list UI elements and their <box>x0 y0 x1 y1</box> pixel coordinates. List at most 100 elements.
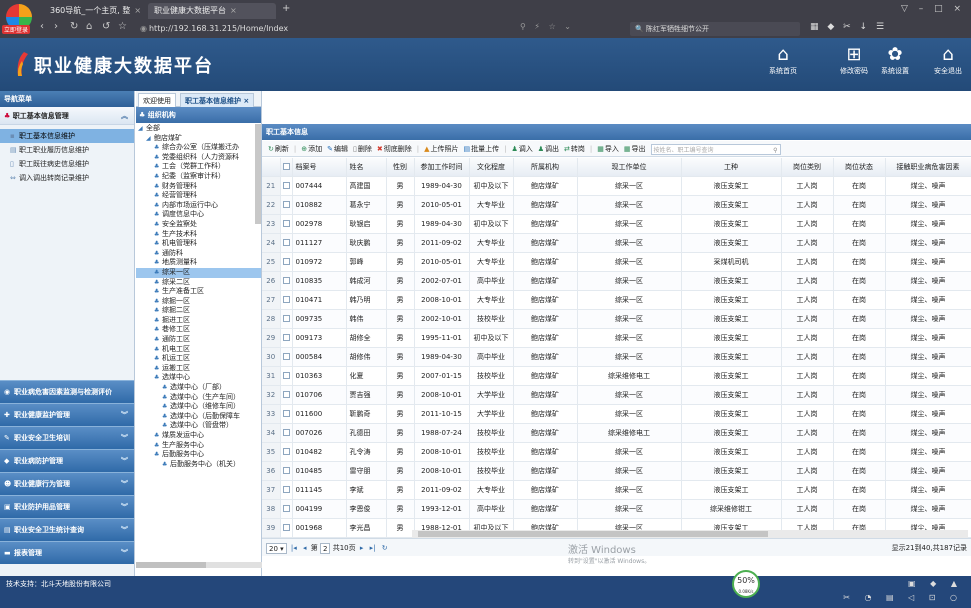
tree-node[interactable]: ♣ 选煤中心（维修车间） <box>136 402 261 412</box>
row-checkbox[interactable] <box>282 353 290 360</box>
tree-node[interactable]: ◢ 全部 <box>136 124 261 134</box>
site-info-icon[interactable]: ◉ <box>140 24 147 33</box>
extension-icons[interactable]: ▦ ◆ ✂ ↓ ☰ <box>810 22 887 32</box>
toolbar-button-edit[interactable]: ✎编辑 <box>327 141 348 156</box>
row-checkbox[interactable] <box>282 258 290 265</box>
browser-tab-1[interactable]: 360导航_一个主页, 整 × <box>44 3 146 19</box>
browser-tab-2[interactable]: 职业健康大数据平台 × <box>148 3 276 19</box>
tree-node[interactable]: ♣ 综掘一区 <box>136 297 261 307</box>
tree-node[interactable]: ♣ 调度信息中心 <box>136 210 261 220</box>
table-row[interactable]: 36 010485 雷守朋男 2008-10-01 技校毕业 鲍店煤矿 综采一区 液压支架工工… <box>262 461 971 481</box>
row-select-cell[interactable] <box>280 309 293 329</box>
table-row[interactable]: 35 010482 孔令涛男 2008-10-01 技校毕业 鲍店煤矿 综采一区 液压支架工工… <box>262 442 971 462</box>
column-header[interactable]: 岗位状态 <box>833 158 886 177</box>
tree-node[interactable]: ♣ 经营管理科 <box>136 191 261 201</box>
row-select-cell[interactable] <box>280 442 293 462</box>
tree-node[interactable]: ♣ 综合办公室（压煤搬迁办 <box>136 143 261 153</box>
row-select-cell[interactable] <box>280 195 293 215</box>
row-select-cell[interactable] <box>280 328 293 348</box>
tree-node[interactable]: ♣ 煤质发运中心 <box>136 431 261 441</box>
select-all-header[interactable] <box>280 158 293 177</box>
table-row[interactable]: 26 010835 韩成河男 2002-07-01 高中毕业 鲍店煤矿 综采一区 液压支架工工… <box>262 271 971 291</box>
tree-node[interactable]: ♣ 生产技术科 <box>136 230 261 240</box>
column-header[interactable]: 性别 <box>386 158 415 177</box>
table-row[interactable]: 22 010882 葛永宁男 2010-05-01 大专毕业 鲍店煤矿 综采一区 液压支架工工… <box>262 195 971 215</box>
row-select-cell[interactable] <box>280 423 293 443</box>
tray-icons-top[interactable]: ▣ ◆ ▲ <box>908 579 963 588</box>
sidebar-section-training[interactable]: ✎ 职业安全卫生培训 ︾ <box>0 426 134 449</box>
tree-node[interactable]: ♣ 选煤中心（生产车间） <box>136 393 261 403</box>
sidebar-section-protective-gear[interactable]: ▣ 职业防护用品管理 ︾ <box>0 495 134 518</box>
tree-node[interactable]: ♣ 选煤中心（厂部） <box>136 383 261 393</box>
column-header[interactable]: 姓名 <box>346 158 387 177</box>
row-select-cell[interactable] <box>280 176 293 196</box>
tree-node[interactable]: ♣ 选煤中心 <box>136 373 261 383</box>
tree-node[interactable]: ♣ 选煤中心（管盘带） <box>136 421 261 431</box>
tree-horizontal-scrollbar[interactable] <box>136 562 262 568</box>
toolbar-button-photo-upload[interactable]: ▲上传照片 <box>424 141 458 156</box>
grid-horizontal-scrollbar[interactable] <box>412 530 968 538</box>
row-checkbox[interactable] <box>282 372 290 379</box>
row-checkbox[interactable] <box>282 277 290 284</box>
tree-node[interactable]: ◢ 鲍店煤矿 <box>136 134 261 144</box>
toolbar-button-transfer-in[interactable]: ♟调入 <box>511 141 532 156</box>
table-row[interactable]: 38 004199 李恩俊男 1993-12-01 高中毕业 鲍店煤矿 综采一区 综采维修钳工… <box>262 499 971 519</box>
row-checkbox[interactable] <box>282 182 290 189</box>
row-checkbox[interactable] <box>282 486 290 493</box>
sidebar-item-basic-info[interactable]: ▪ 职工基本信息维护 <box>0 129 134 143</box>
row-select-cell[interactable] <box>280 252 293 272</box>
row-checkbox[interactable] <box>282 201 290 208</box>
row-select-cell[interactable] <box>280 499 293 519</box>
row-checkbox[interactable] <box>282 334 290 341</box>
table-row[interactable]: 25 010972 郭峰男 2010-05-01 大专毕业 鲍店煤矿 综采一区 采煤机司机 工人… <box>262 252 971 272</box>
sidebar-section-behavior[interactable]: ☻ 职业健康行为管理 ︾ <box>0 472 134 495</box>
system-settings-button[interactable]: ✿ 系统设置 <box>875 44 915 76</box>
row-select-cell[interactable] <box>280 347 293 367</box>
tree-node[interactable]: ♣ 综采一区 <box>136 267 261 278</box>
tree-node[interactable]: ♣ 运搬工区 <box>136 364 261 374</box>
tree-node[interactable]: ♣ 安全监察处 <box>136 220 261 230</box>
column-header[interactable]: 档案号 <box>292 158 347 177</box>
table-row[interactable]: 27 010471 韩乃明男 2008-10-01 大专毕业 鲍店煤矿 综采一区 液压支架工工… <box>262 290 971 310</box>
row-select-cell[interactable] <box>280 271 293 291</box>
login-badge[interactable]: 立即登录 <box>2 25 31 34</box>
tree-node[interactable]: ♣ 内部市场运行中心 <box>136 201 261 211</box>
close-icon[interactable]: × <box>134 6 141 15</box>
select-all-checkbox[interactable] <box>282 163 290 171</box>
close-icon[interactable]: × <box>241 97 249 105</box>
row-checkbox[interactable] <box>282 524 290 531</box>
toolbar-button-batch-upload[interactable]: ▤批量上传 <box>463 141 499 156</box>
row-checkbox[interactable] <box>282 239 290 246</box>
tree-scrollbar[interactable] <box>255 124 261 224</box>
table-row[interactable]: 29 009173 胡修全男 1995-11-01 初中及以下 鲍店煤矿 综采一区 液压支架工… <box>262 328 971 348</box>
tree-node[interactable]: ♣ 巷修工区 <box>136 325 261 335</box>
row-select-cell[interactable] <box>280 404 293 424</box>
sidebar-item-medical-history[interactable]: ▯ 职工既往病史信息维护 <box>0 157 134 171</box>
tree-node[interactable]: ♣ 通防工区 <box>136 335 261 345</box>
table-row[interactable]: 33 011600 靳鹏奇男 2011-10-15 大学毕业 鲍店煤矿 综采一区 液压支架工工… <box>262 404 971 424</box>
scroll-thumb[interactable] <box>418 531 768 537</box>
tree-node[interactable]: ♣ 机运工区 <box>136 354 261 364</box>
toolbar-button-refresh[interactable]: ↻刷新 <box>268 141 289 156</box>
toolbar-button-export[interactable]: ▦导出 <box>624 141 646 156</box>
table-row[interactable]: 30 000584 胡修伟男 1989-04-30 高中毕业 鲍店煤矿 综采一区 液压支架工工… <box>262 347 971 367</box>
tray-icons-bottom[interactable]: ✂ ◔ ▤ ◁ ⊡ ○ <box>843 593 963 602</box>
column-header[interactable]: 接触职业病危害因素 <box>885 158 971 177</box>
tree-node[interactable]: ♣ 通防科 <box>136 249 261 259</box>
back-icon[interactable]: ‹ <box>40 21 44 32</box>
tree-node[interactable]: ♣ 生产准备工区 <box>136 287 261 297</box>
column-header[interactable]: 岗位类别 <box>781 158 834 177</box>
column-header[interactable]: 文化程度 <box>469 158 514 177</box>
table-row[interactable]: 24 011127 耿庆鹏男 2011-09-02 大专毕业 鲍店煤矿 综采一区 液压支架工工… <box>262 233 971 253</box>
column-header[interactable]: 现工作单位 <box>577 158 682 177</box>
tree-node[interactable]: ♣ 后勤服务中心 <box>136 450 261 460</box>
close-icon[interactable]: × <box>230 6 237 15</box>
sidebar-item-career[interactable]: ▤ 职工职业履历信息维护 <box>0 143 134 157</box>
page-size-select[interactable]: 20 ▾ <box>266 542 287 554</box>
tree-node[interactable]: ♣ 纪委（监察审计科） <box>136 172 261 182</box>
row-select-cell[interactable] <box>280 480 293 500</box>
new-tab-button[interactable]: + <box>282 3 290 14</box>
column-header[interactable]: 所属机构 <box>513 158 578 177</box>
toolbar-button-reassign[interactable]: ⇄转岗 <box>564 141 585 156</box>
page-number-input[interactable]: 2 <box>320 542 331 554</box>
